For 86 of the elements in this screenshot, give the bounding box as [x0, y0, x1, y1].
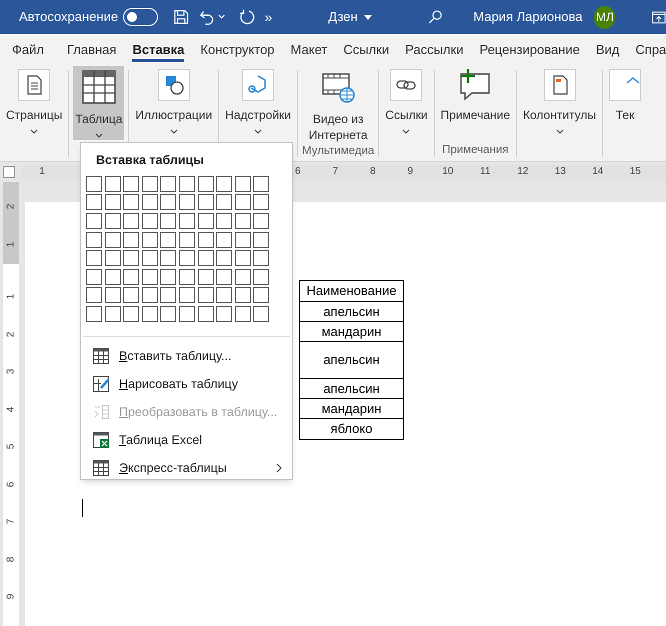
redo-icon — [239, 8, 256, 26]
menu-item[interactable]: Экспресс-таблицы — [81, 454, 292, 482]
ribbon-tab[interactable]: Спра — [627, 34, 666, 66]
ruler-number: 6 — [294, 167, 302, 177]
table-cell: апельсин — [300, 301, 403, 321]
save-icon — [173, 8, 190, 26]
ribbon-button[interactable]: Примечание — [438, 66, 512, 142]
caret-icon — [556, 129, 564, 134]
table-pencil-icon — [93, 376, 109, 392]
ruler-number: 7 — [331, 167, 340, 177]
table-icon — [93, 460, 109, 476]
ruler-number: 4 — [4, 406, 18, 412]
ribbon-tab[interactable]: Вид — [588, 34, 628, 66]
shapes-icon — [158, 69, 190, 101]
ribbon-tab[interactable]: Файл — [0, 34, 59, 66]
document-name-button[interactable]: Дзен — [328, 7, 372, 27]
ribbon-tab[interactable]: Макет — [282, 34, 336, 66]
ribbon-tab[interactable]: Рецензирование — [471, 34, 588, 66]
ruler-number: 13 — [554, 167, 567, 177]
ribbon-tab[interactable]: Конструктор — [192, 34, 283, 66]
ribbon-button[interactable]: Тек — [607, 66, 644, 161]
ribbon-button[interactable]: Таблица — [73, 66, 124, 140]
menu-item[interactable]: Вставить таблицу... — [81, 342, 292, 370]
menu-title: Вставка таблицы — [95, 152, 205, 169]
document-name: Дзен — [328, 8, 358, 26]
spreadsheet-icon — [93, 432, 109, 448]
caret-icon — [254, 129, 262, 134]
more-commands-button[interactable]: » — [264, 6, 272, 28]
caret-icon — [30, 129, 38, 134]
ruler-number: 2 — [4, 204, 18, 210]
table-cell: яблоко — [300, 418, 403, 438]
ruler-number: 1 — [4, 241, 18, 248]
table-icon — [93, 348, 109, 364]
ruler-number: 10 — [441, 167, 454, 177]
group-label: Мультимедиа — [302, 144, 374, 159]
table-icon — [80, 69, 117, 105]
ribbon-button[interactable]: Надстройки — [223, 66, 294, 161]
ruler-number: 12 — [516, 167, 530, 177]
user-avatar: МЛ — [594, 6, 616, 28]
table-cell: мандарин — [300, 321, 403, 341]
ruler-number: 1 — [4, 294, 18, 300]
menu-item[interactable]: Нарисовать таблицу — [81, 370, 292, 398]
ruler-number: 15 — [628, 167, 642, 177]
ruler-number: 2 — [4, 331, 18, 338]
ribbon-tab[interactable]: Главная — [58, 34, 124, 66]
group-label: Примечания — [442, 142, 508, 158]
ruler-number: 9 — [406, 167, 414, 177]
ribbon-tab[interactable]: Вставка — [124, 34, 192, 66]
table-cell: мандарин — [300, 398, 403, 418]
chevron-right-icon — [276, 462, 282, 473]
ruler-number: 14 — [591, 167, 604, 177]
ruler-number: 5 — [4, 444, 18, 450]
caret-icon — [94, 133, 103, 138]
caret-icon — [364, 14, 372, 20]
table-cell-text: Наименование — [305, 282, 398, 300]
ruler-number: 7 — [4, 518, 18, 525]
menu-item[interactable]: Таблица Excel — [81, 426, 292, 454]
search-icon — [428, 9, 442, 25]
ribbon-button[interactable]: Колонтитулы — [521, 66, 598, 161]
ruler-number: 9 — [4, 594, 18, 600]
ruler-number: 8 — [368, 167, 377, 177]
table-cell: апельсин — [300, 341, 403, 378]
ruler-number: 1 — [37, 167, 47, 177]
ruler-number: 8 — [4, 556, 18, 562]
text-cursor — [82, 499, 83, 517]
autosave-toggle[interactable] — [123, 8, 158, 26]
convert-text-icon — [93, 404, 109, 420]
ruler-number: 3 — [4, 368, 18, 375]
caret-icon — [218, 14, 226, 20]
caret-icon — [170, 129, 178, 134]
ruler-number: 11 — [479, 167, 492, 177]
tab-selector[interactable] — [3, 166, 15, 178]
ribbon-tab[interactable]: Рассылки — [397, 34, 472, 66]
ribbon-button[interactable]: Видео из Интернета — [304, 66, 372, 143]
ruler-number: 6 — [4, 481, 18, 488]
user-name: Мария Ларионова — [473, 8, 582, 26]
link-icon — [390, 69, 422, 101]
ribbon-button[interactable]: Страницы — [4, 66, 64, 161]
ribbon-tab[interactable]: Ссылки — [335, 34, 398, 66]
autosave-label: Автосохранение — [19, 8, 118, 26]
table-cell: апельсин — [300, 378, 403, 398]
ribbon-button[interactable]: Ссылки — [383, 66, 430, 161]
ribbon-display-icon — [652, 10, 666, 24]
caret-icon — [402, 129, 410, 134]
header-icon — [544, 69, 576, 101]
page-icon — [18, 69, 50, 101]
